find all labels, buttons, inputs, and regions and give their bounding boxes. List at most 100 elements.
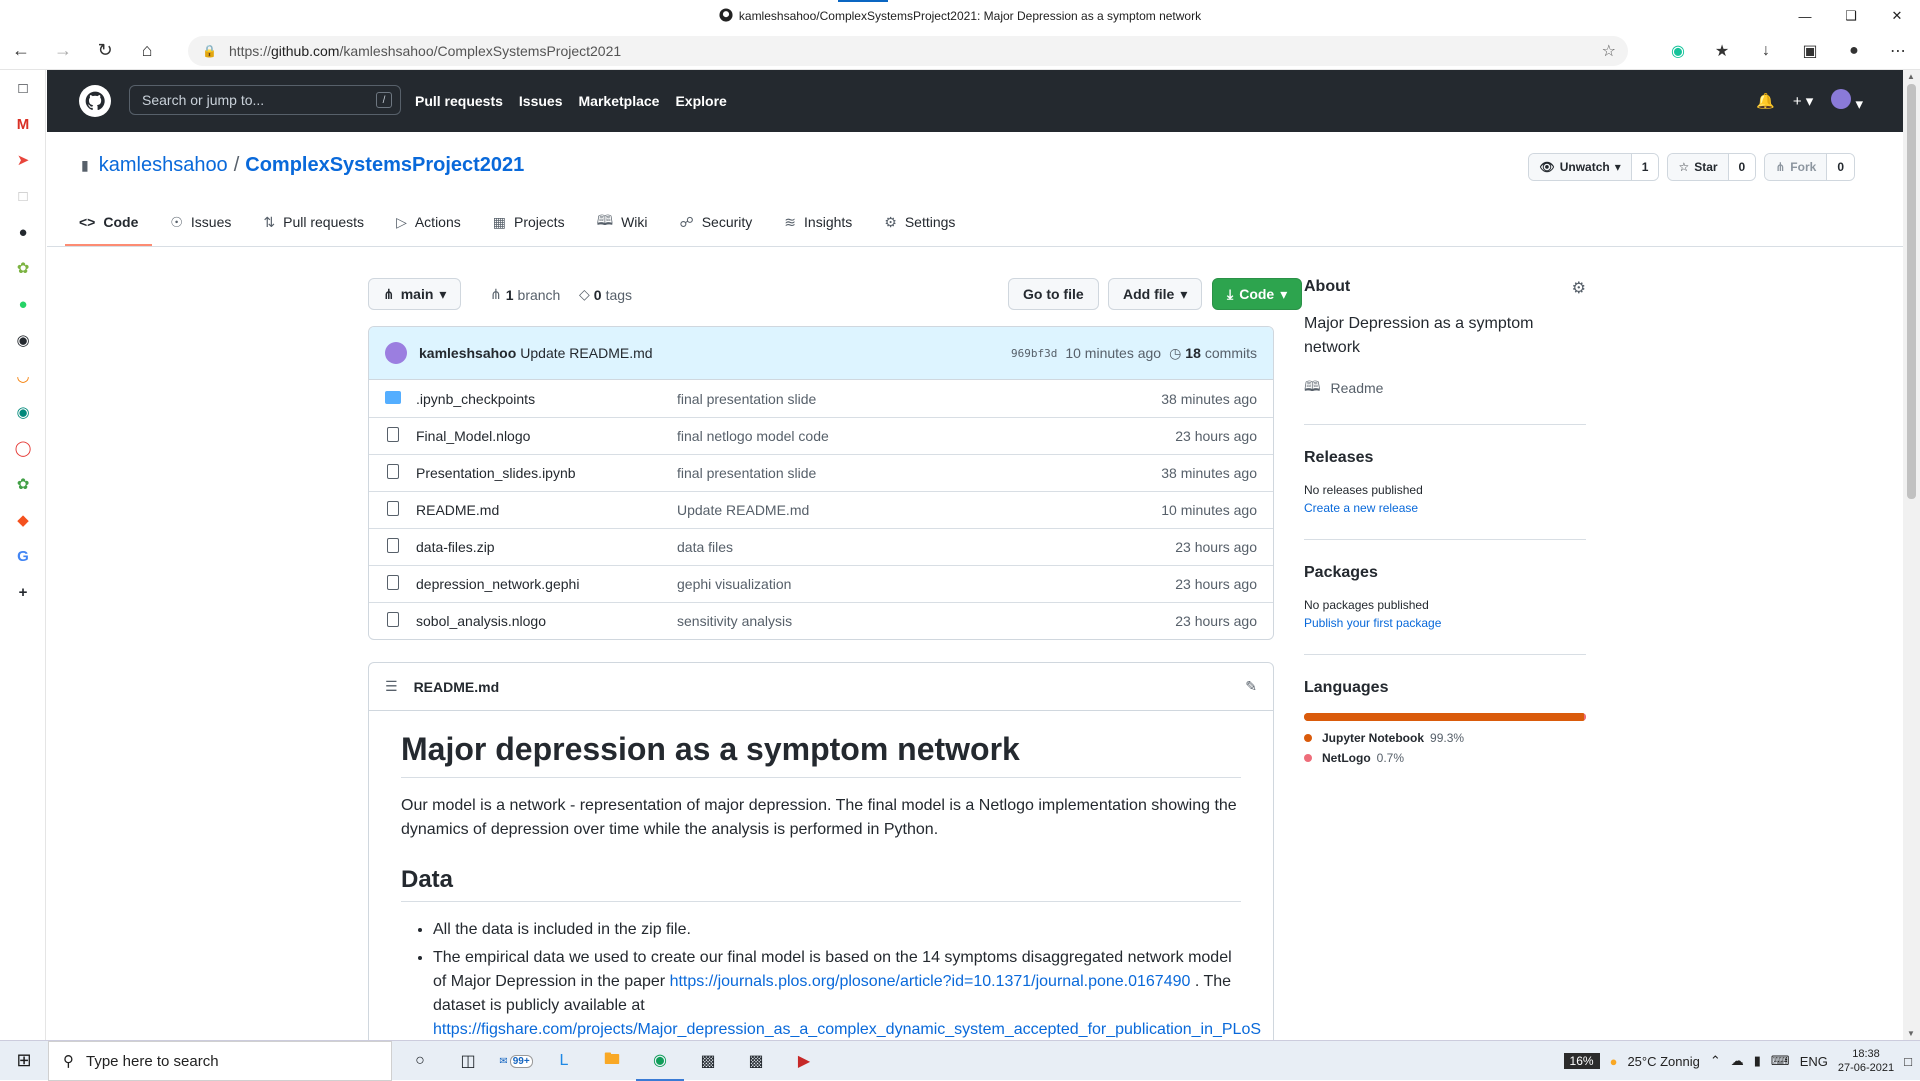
plos-paper-link[interactable]: https://journals.plos.org/plosone/articl… (670, 973, 1191, 990)
app-icon[interactable]: ▶ (780, 1041, 828, 1081)
table-row[interactable]: sobol_analysis.nlogo sensitivity analysis… (369, 602, 1273, 639)
edge-icon[interactable]: ◉ (636, 1041, 684, 1081)
fork-count[interactable]: 0 (1826, 154, 1854, 180)
refresh-icon[interactable]: ↻ (84, 32, 126, 70)
scroll-down-icon[interactable]: ▼ (1907, 1029, 1915, 1038)
fork-button[interactable]: ⋔ Fork (1765, 154, 1827, 180)
app-icon[interactable]: L (540, 1041, 588, 1081)
star-button[interactable]: ☆ Star (1668, 154, 1728, 180)
figshare-link[interactable]: https://figshare.com/projects/Major_depr… (433, 1021, 1261, 1038)
page-scrollbar[interactable]: ▲ ▼ (1903, 70, 1920, 1040)
user-menu[interactable]: ▾ (1831, 89, 1863, 113)
file-name-link[interactable]: Presentation_slides.ipynb (416, 465, 576, 481)
tab-projects[interactable]: ▦ Projects (479, 198, 579, 246)
table-row[interactable]: data-files.zip data files 23 hours ago (369, 528, 1273, 565)
table-row[interactable]: depression_network.gephi gephi visualizat… (369, 565, 1273, 602)
scroll-up-icon[interactable]: ▲ (1907, 72, 1915, 81)
notifications-icon[interactable]: □ (1904, 1054, 1912, 1069)
tab-security[interactable]: ☍ Security (666, 198, 767, 246)
language-item[interactable]: NetLogo 0.7% (1304, 751, 1586, 765)
back-icon[interactable]: ← (0, 32, 42, 70)
tab-settings[interactable]: ⚙ Settings (870, 198, 969, 246)
file-commit-message-link[interactable]: data files (677, 539, 733, 555)
github-logo-icon[interactable] (79, 85, 111, 117)
windows-start-icon[interactable]: ⊞ (0, 1041, 48, 1081)
file-name-link[interactable]: .ipynb_checkpoints (416, 391, 535, 407)
publish-package-link[interactable]: Publish your first package (1304, 616, 1586, 630)
create-release-link[interactable]: Create a new release (1304, 501, 1586, 515)
file-commit-message-link[interactable]: Update README.md (677, 502, 809, 518)
app-icon[interactable]: ✿ (0, 466, 46, 502)
releases-heading[interactable]: Releases (1304, 449, 1586, 467)
task-view-icon[interactable]: ◫ (444, 1041, 492, 1081)
restore-icon[interactable]: ❑ (1828, 0, 1874, 32)
taskbar-search-input[interactable]: ⚲ Type here to search (48, 1041, 392, 1081)
file-commit-message-link[interactable]: gephi visualization (677, 576, 791, 592)
tab-pull-requests[interactable]: ⇅ Pull requests (249, 198, 378, 246)
scrollbar-thumb[interactable] (1907, 84, 1916, 499)
add-file-button[interactable]: Add file ▾ (1108, 278, 1203, 310)
commits-link[interactable]: ◷ 18 commits (1169, 345, 1257, 362)
whatsapp-icon[interactable]: ● (0, 286, 46, 322)
tab-issues[interactable]: ☉ Issues (156, 198, 245, 246)
tab-actions[interactable]: ▷ Actions (382, 198, 475, 246)
branch-select-button[interactable]: ⋔ main ▾ (368, 278, 462, 310)
search-input[interactable]: Search or jump to... / (129, 85, 401, 115)
file-commit-message-link[interactable]: final presentation slide (677, 391, 816, 407)
code-button[interactable]: ⤓ Code ▾ (1212, 278, 1303, 310)
avatar[interactable] (385, 342, 407, 364)
go-to-file-button[interactable]: Go to file (1008, 278, 1099, 310)
table-row[interactable]: Final_Model.nlogo final netlogo model cod… (369, 417, 1273, 454)
star-count[interactable]: 0 (1727, 154, 1756, 180)
file-name-link[interactable]: Final_Model.nlogo (416, 428, 530, 444)
file-explorer-icon[interactable]: 🖿 (588, 1041, 636, 1081)
file-name-link[interactable]: data-files.zip (416, 539, 495, 555)
close-icon[interactable]: ✕ (1874, 0, 1920, 32)
readme-link[interactable]: 🕮 Readme (1304, 376, 1586, 400)
app-icon[interactable]: ◉ (0, 394, 46, 430)
file-name-link[interactable]: README.md (416, 502, 499, 518)
gear-icon[interactable]: ⚙ (1572, 278, 1586, 298)
app-icon[interactable]: ◡ (0, 358, 46, 394)
table-row[interactable]: README.md Update README.md 10 minutes ago (369, 491, 1273, 528)
minimize-icon[interactable]: — (1782, 0, 1828, 32)
create-new-icon[interactable]: + ▾ (1793, 92, 1813, 110)
nav-explore[interactable]: Explore (675, 93, 726, 109)
medium-icon[interactable]: ● (0, 214, 46, 250)
gmail-icon[interactable]: M (0, 106, 46, 142)
table-row[interactable]: Presentation_slides.ipynb final presentat… (369, 454, 1273, 491)
mail-icon[interactable]: ✉ 99+ (492, 1041, 540, 1081)
grammarly-icon[interactable]: ◉ (1656, 41, 1700, 61)
file-commit-message-link[interactable]: final netlogo model code (677, 428, 829, 444)
notification-bell-icon[interactable]: 🔔 (1756, 92, 1775, 110)
profile-icon[interactable]: ● (1832, 42, 1876, 60)
language-item[interactable]: Jupyter Notebook 99.3% (1304, 731, 1586, 745)
tab-wiki[interactable]: 🕮 Wiki (583, 198, 662, 246)
send-icon[interactable]: ➤ (0, 142, 46, 178)
address-bar[interactable]: 🔒 https://github.com/kamleshsahoo/Comple… (188, 36, 1628, 66)
file-name-link[interactable]: sobol_analysis.nlogo (416, 613, 546, 629)
clock[interactable]: 18:38 27-06-2021 (1838, 1047, 1894, 1075)
watch-count[interactable]: 1 (1630, 154, 1659, 180)
tabs-icon[interactable]: □ (0, 70, 46, 106)
tab-code[interactable]: <> Code (65, 198, 153, 246)
commit-sha-link[interactable]: 969bf3d (1011, 347, 1057, 360)
watch-button[interactable]: 👁 Unwatch ▾ (1529, 154, 1631, 180)
file-commit-message-link[interactable]: sensitivity analysis (677, 613, 792, 629)
forward-icon[interactable]: → (42, 32, 84, 70)
document-icon[interactable]: □ (0, 178, 46, 214)
pencil-icon[interactable]: ✎ (1245, 678, 1257, 695)
app-icon[interactable]: ▩ (732, 1041, 780, 1081)
repo-name-link[interactable]: ComplexSystemsProject2021 (245, 154, 524, 177)
app-icon[interactable]: ◯ (0, 430, 46, 466)
table-row[interactable]: .ipynb_checkpoints final presentation sli… (369, 380, 1273, 417)
home-icon[interactable]: ⌂ (126, 32, 168, 70)
nav-issues[interactable]: Issues (519, 93, 563, 109)
repo-owner-link[interactable]: kamleshsahoo (99, 154, 228, 177)
packages-heading[interactable]: Packages (1304, 564, 1586, 582)
file-name-link[interactable]: depression_network.gephi (416, 576, 579, 592)
tab-insights[interactable]: ≋ Insights (770, 198, 866, 246)
feather-icon[interactable]: ✿ (0, 250, 46, 286)
nav-pull-requests[interactable]: Pull requests (415, 93, 503, 109)
add-icon[interactable]: + (0, 574, 46, 610)
